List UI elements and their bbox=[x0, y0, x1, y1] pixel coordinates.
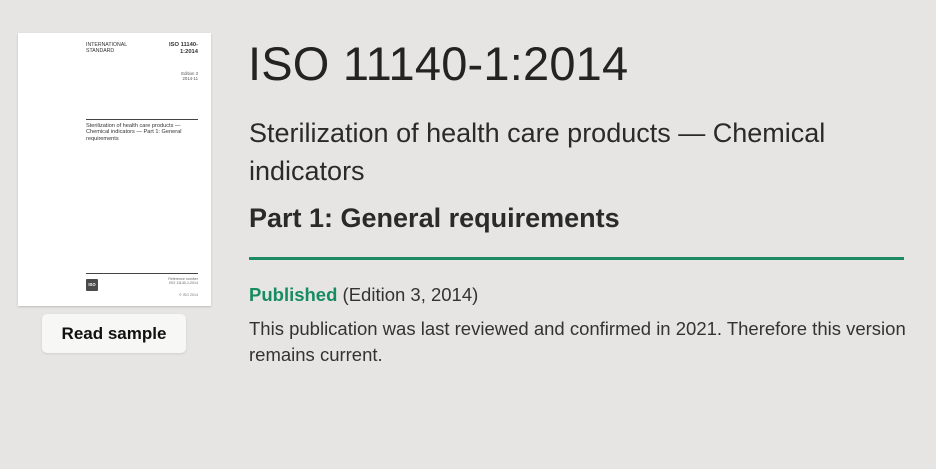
section-divider bbox=[249, 257, 904, 260]
cover-copyright: © ISO 2014 bbox=[179, 293, 198, 297]
page-title: ISO 11140-1:2014 bbox=[248, 37, 629, 90]
cover-top-rule bbox=[86, 119, 198, 120]
iso-logo-icon: ISO bbox=[86, 279, 98, 291]
cover-edition: Edition 3 2014-11 bbox=[181, 71, 198, 81]
status-badge: Published bbox=[249, 284, 338, 305]
cover-bottom-rule bbox=[86, 273, 198, 274]
cover-standard-type: INTERNATIONAL STANDARD bbox=[86, 42, 128, 54]
cover-title: Sterilization of health care products — … bbox=[86, 123, 182, 142]
cover-standard-number: ISO 11140- 1:2014 bbox=[168, 42, 198, 55]
cover-thumbnail[interactable]: INTERNATIONAL STANDARD ISO 11140- 1:2014… bbox=[18, 33, 211, 306]
cover-reference-number: Reference number ISO 11140-1:2014 bbox=[168, 277, 198, 286]
review-note: This publication was last reviewed and c… bbox=[249, 318, 906, 365]
read-sample-button[interactable]: Read sample bbox=[42, 314, 186, 353]
status-edition: (Edition 3, 2014) bbox=[342, 284, 479, 305]
standard-subtitle: Sterilization of health care products — … bbox=[249, 118, 826, 186]
status-line: Published (Edition 3, 2014) bbox=[249, 282, 478, 308]
part-title: Part 1: General requirements bbox=[249, 203, 620, 233]
